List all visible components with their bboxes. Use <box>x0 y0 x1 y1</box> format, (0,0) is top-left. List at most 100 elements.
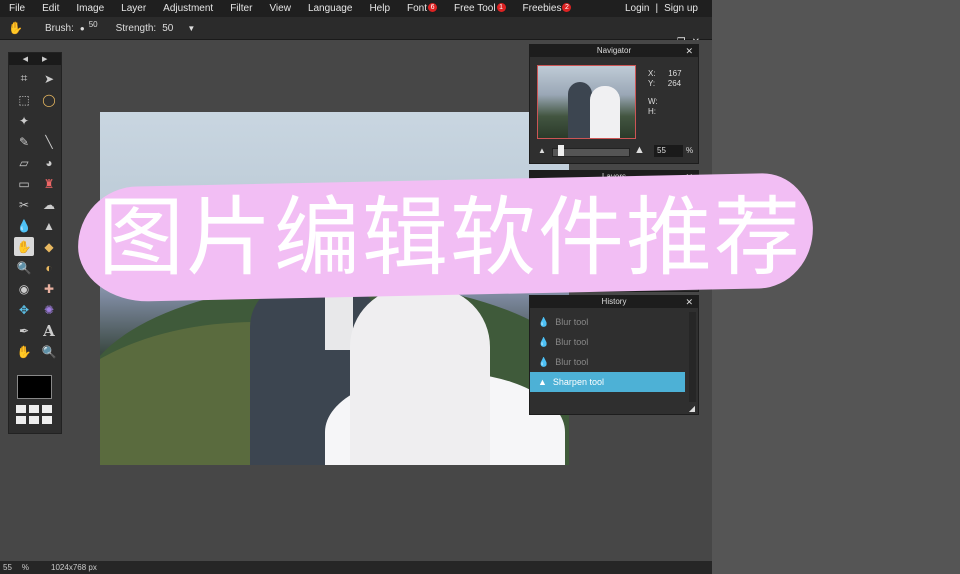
h-label: H: <box>648 107 656 116</box>
history-item[interactable]: 💧 Blur tool <box>530 312 685 332</box>
status-bar: 55 % 1024x768 px <box>0 561 712 574</box>
brush-icon[interactable]: ╲ <box>39 132 59 151</box>
toolbox-header: ◀ ▶ <box>9 53 61 65</box>
red-eye-icon[interactable]: ◉ <box>14 279 34 298</box>
resize-grip-icon[interactable]: ◢ <box>689 404 695 413</box>
menu-view[interactable]: View <box>260 3 299 14</box>
zoom-unit: % <box>686 146 694 155</box>
menu-filter[interactable]: Filter <box>221 3 260 14</box>
navigator-title: Navigator <box>596 46 632 55</box>
crop-icon[interactable]: ⌗ <box>14 69 34 88</box>
zoom-out-icon[interactable]: ▲ <box>538 146 546 155</box>
status-zoom-unit: % <box>21 563 30 572</box>
navigator-panel: Navigator ✕ X: 167 Y: 264 W: H: ▲ ▲ 55 % <box>529 44 699 164</box>
free-tool-badge: 1 <box>496 3 506 12</box>
menu-image[interactable]: Image <box>67 3 112 14</box>
arrow-right-icon[interactable]: ▶ <box>42 55 47 63</box>
menu-file[interactable]: File <box>0 3 33 14</box>
strength-value[interactable]: 50 <box>162 23 173 34</box>
menu-freebies-label: Freebies <box>522 3 562 14</box>
sharpen-tool-icon: ✋ <box>8 21 23 35</box>
signup-link[interactable]: Sign up <box>664 3 698 14</box>
y-value: 264 <box>667 79 682 88</box>
blur-icon[interactable]: 💧 <box>14 216 34 235</box>
burn-icon[interactable]: ◐ <box>39 258 59 277</box>
toolbox: ◀ ▶ ⌗ ➤ ⬚ ◯ ✦ ✎ ╲ ▱ ◕ ▭ ♜ ✂ ☁ 💧 ▲ ✋ ◆ 🔍 … <box>8 52 62 434</box>
history-item[interactable]: 💧 Blur tool <box>530 332 685 352</box>
tool-options-bar: ✋ Brush: ● 50 Strength: 50 ▼ ⌄ ❐ ✕ <box>0 17 712 48</box>
navigator-header: Navigator ✕ <box>530 45 698 57</box>
bucket-icon[interactable]: ◕ <box>39 153 59 172</box>
x-label: X: <box>648 69 656 78</box>
font-badge: 6 <box>428 3 438 12</box>
zoom-slider-handle[interactable] <box>558 145 564 156</box>
menu-font[interactable]: Font 6 <box>398 3 445 14</box>
type-icon[interactable]: A <box>39 321 59 340</box>
smudge-icon[interactable]: ✋ <box>14 237 34 256</box>
stamp-icon[interactable]: ♜ <box>39 174 59 193</box>
menu-edit[interactable]: Edit <box>33 3 67 14</box>
spot-heal-icon[interactable]: ✚ <box>39 279 59 298</box>
gradient-icon[interactable]: ▭ <box>14 174 34 193</box>
navigator-coords: X: 167 Y: 264 W: H: <box>648 69 682 117</box>
history-scrollbar[interactable] <box>689 312 696 402</box>
brush-dot-icon[interactable]: ● <box>80 24 85 33</box>
menu-bar: File Edit Image Layer Adjustment Filter … <box>0 0 712 17</box>
zoom-in-icon[interactable]: ▲ <box>634 144 645 156</box>
menu-free-tool[interactable]: Free Tool 1 <box>445 3 514 14</box>
view-mode-icon[interactable] <box>16 405 54 425</box>
pencil-icon[interactable]: ✎ <box>14 132 34 151</box>
strength-label: Strength: <box>115 22 157 34</box>
drawing-icon[interactable]: ☁ <box>39 195 59 214</box>
menu-help[interactable]: Help <box>360 3 398 14</box>
marquee-icon[interactable]: ⬚ <box>14 90 34 109</box>
close-icon[interactable]: ✕ <box>685 296 693 308</box>
menu-freebies[interactable]: Freebies 2 <box>514 3 580 14</box>
pinch-icon[interactable]: ✺ <box>39 300 59 319</box>
arrow-left-icon[interactable]: ◀ <box>23 55 28 63</box>
menu-free-tool-label: Free Tool <box>454 3 496 14</box>
history-title: History <box>601 297 627 306</box>
status-dimensions: 1024x768 px <box>51 563 97 572</box>
menu-font-label: Font <box>407 3 428 14</box>
eraser-icon[interactable]: ▱ <box>14 153 34 172</box>
magic-wand-icon[interactable]: ✦ <box>14 111 34 130</box>
menu-adjustment[interactable]: Adjustment <box>154 3 221 14</box>
blur-icon: 💧 <box>538 336 550 347</box>
blur-icon: 💧 <box>538 316 550 327</box>
zoom-input[interactable]: 55 <box>654 145 683 157</box>
overlay-title: 图片编辑软件推荐 <box>98 188 802 288</box>
history-header: History ✕ <box>530 296 698 308</box>
w-label: W: <box>648 97 658 106</box>
blur-icon: 💧 <box>538 356 550 367</box>
freebies-badge: 2 <box>562 3 572 12</box>
history-item[interactable]: 💧 Blur tool <box>530 352 685 372</box>
strength-dropdown-icon[interactable]: ▼ <box>187 24 195 33</box>
x-value: 167 <box>668 69 682 78</box>
sharpen-icon[interactable]: ▲ <box>39 216 59 235</box>
y-label: Y: <box>648 79 656 88</box>
brush-label: Brush: <box>44 22 74 34</box>
login-link[interactable]: Login <box>625 3 649 14</box>
bloat-icon[interactable]: ✥ <box>14 300 34 319</box>
bride-figure <box>350 287 490 465</box>
sponge-icon[interactable]: ◆ <box>39 237 59 256</box>
move-icon[interactable]: ➤ <box>39 69 59 88</box>
sharpen-icon: ▲ <box>538 377 547 387</box>
status-zoom[interactable]: 55 <box>3 563 12 572</box>
dodge-icon[interactable]: 🔍 <box>14 258 34 277</box>
auth-separator: | <box>655 3 659 14</box>
history-panel: History ✕ 💧 Blur tool 💧 Blur tool 💧 Blur too… <box>529 295 699 415</box>
eyedropper-icon[interactable]: ✒ <box>14 321 34 340</box>
color-picker-icon[interactable]: ✂ <box>14 195 34 214</box>
menu-layer[interactable]: Layer <box>112 3 154 14</box>
zoom-icon[interactable]: 🔍 <box>39 342 59 361</box>
menu-language[interactable]: Language <box>299 3 361 14</box>
foreground-color-swatch[interactable] <box>17 375 52 399</box>
hand-icon[interactable]: ✋ <box>14 342 34 361</box>
lasso-icon[interactable]: ◯ <box>39 90 59 109</box>
history-item-selected[interactable]: ▲ Sharpen tool <box>530 372 685 392</box>
close-icon[interactable]: ✕ <box>685 45 693 57</box>
navigator-thumbnail[interactable] <box>537 65 636 139</box>
brush-size[interactable]: 50 <box>89 20 98 29</box>
